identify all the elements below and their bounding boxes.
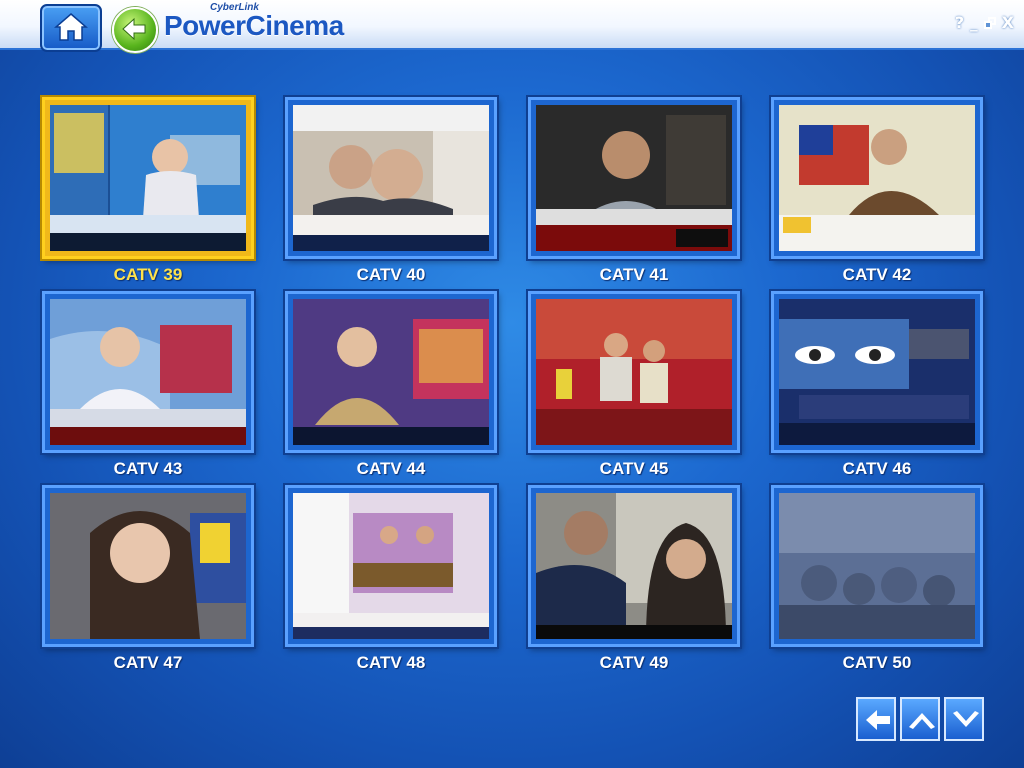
channel-thumbnail: [50, 105, 246, 251]
channel-thumbnail: [50, 493, 246, 639]
home-button[interactable]: [40, 4, 102, 52]
channel-tile-catv-46[interactable]: [771, 291, 983, 453]
scroll-up-button[interactable]: [900, 697, 940, 741]
channel-tile-catv-47[interactable]: [42, 485, 254, 647]
top-bar: CyberLink PowerCinema ? _ X: [0, 0, 1024, 53]
channel-label[interactable]: CATV 45: [528, 459, 740, 479]
channel-thumbnail: [50, 299, 246, 445]
channel-label[interactable]: CATV 41: [528, 265, 740, 285]
channel-thumbnail: [536, 493, 732, 639]
channel-thumbnail: [779, 493, 975, 639]
scroll-down-button[interactable]: [944, 697, 984, 741]
channel-label[interactable]: CATV 44: [285, 459, 497, 479]
channel-tile-catv-49[interactable]: [528, 485, 740, 647]
channel-tile-catv-48[interactable]: [285, 485, 497, 647]
powercinema-window: CyberLink PowerCinema ? _ X CATV 39 CATV…: [0, 0, 1024, 768]
channel-label[interactable]: CATV 50: [771, 653, 983, 673]
minimize-button[interactable]: _: [970, 12, 978, 34]
close-button[interactable]: X: [1002, 12, 1014, 34]
left-arrow-icon: [866, 710, 890, 730]
channel-thumbnail: [536, 105, 732, 251]
channel-thumbnail: [779, 105, 975, 251]
prev-page-button[interactable]: [856, 697, 896, 741]
brand-name: PowerCinema: [164, 10, 344, 41]
channel-tile-catv-44[interactable]: [285, 291, 497, 453]
channel-tile-catv-50[interactable]: [771, 485, 983, 647]
chevron-up-icon: [909, 713, 935, 729]
chevron-down-icon: [953, 711, 979, 727]
channel-thumbnail: [536, 299, 732, 445]
channel-label[interactable]: CATV 43: [42, 459, 254, 479]
channel-thumbnail: [293, 105, 489, 251]
brand-logo: CyberLink PowerCinema: [164, 2, 364, 46]
channel-label[interactable]: CATV 39: [42, 265, 254, 285]
channel-tile-catv-40[interactable]: [285, 97, 497, 259]
help-button[interactable]: ?: [955, 12, 964, 34]
channel-tile-catv-39[interactable]: [42, 97, 254, 259]
channel-thumbnail: [293, 299, 489, 445]
channel-tile-catv-43[interactable]: [42, 291, 254, 453]
restore-icon[interactable]: [983, 17, 996, 29]
channel-tile-catv-41[interactable]: [528, 97, 740, 259]
back-arrow-icon: [122, 17, 146, 41]
channel-label[interactable]: CATV 49: [528, 653, 740, 673]
home-icon: [54, 13, 88, 41]
channel-thumbnail: [293, 493, 489, 639]
channel-label[interactable]: CATV 46: [771, 459, 983, 479]
window-controls: ? _ X: [955, 12, 1014, 34]
channel-thumbnail: [779, 299, 975, 445]
channel-tile-catv-42[interactable]: [771, 97, 983, 259]
back-button[interactable]: [112, 7, 158, 53]
channel-tile-catv-45[interactable]: [528, 291, 740, 453]
channel-label[interactable]: CATV 48: [285, 653, 497, 673]
channel-label[interactable]: CATV 42: [771, 265, 983, 285]
channel-label[interactable]: CATV 47: [42, 653, 254, 673]
channel-label[interactable]: CATV 40: [285, 265, 497, 285]
